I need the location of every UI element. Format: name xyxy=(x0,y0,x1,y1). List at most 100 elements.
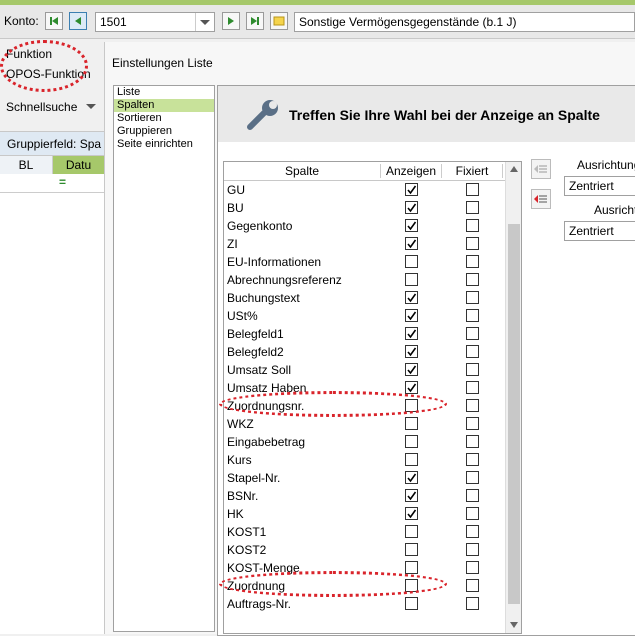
table-row[interactable]: KOST2 xyxy=(224,541,519,559)
fixiert-checkbox[interactable] xyxy=(466,453,479,466)
table-row[interactable]: Stapel-Nr. xyxy=(224,469,519,487)
table-row[interactable]: ZI xyxy=(224,235,519,253)
fixiert-checkbox[interactable] xyxy=(466,471,479,484)
table-row[interactable]: Auftrags-Nr. xyxy=(224,595,519,613)
table-row[interactable]: Belegfeld2 xyxy=(224,343,519,361)
fixiert-checkbox[interactable] xyxy=(466,543,479,556)
ausrichtung-select-1[interactable]: Zentriert xyxy=(564,176,635,196)
fixiert-checkbox[interactable] xyxy=(466,273,479,286)
anzeigen-checkbox[interactable] xyxy=(405,417,418,430)
table-row[interactable]: Abrechnungsreferenz xyxy=(224,271,519,289)
anzeigen-checkbox[interactable] xyxy=(405,219,418,232)
anzeigen-checkbox[interactable] xyxy=(405,525,418,538)
table-row[interactable]: GU xyxy=(224,181,519,199)
checkmark-icon xyxy=(407,221,417,231)
journal-list[interactable] xyxy=(0,193,104,634)
row-label: KOST2 xyxy=(227,543,267,557)
fixiert-checkbox[interactable] xyxy=(466,489,479,502)
settings-nav-item[interactable]: Liste xyxy=(114,86,214,99)
fixiert-checkbox[interactable] xyxy=(466,219,479,232)
konto-dropdown-button[interactable] xyxy=(195,13,214,31)
filter-row[interactable]: = xyxy=(0,174,104,193)
ausrichtung-select-2[interactable]: Zentriert xyxy=(564,221,635,241)
table-scrollbar[interactable] xyxy=(505,162,521,633)
scrollbar-thumb[interactable] xyxy=(508,224,520,604)
scroll-down-icon[interactable] xyxy=(510,622,518,628)
table-row[interactable]: WKZ xyxy=(224,415,519,433)
anzeigen-checkbox[interactable] xyxy=(405,345,418,358)
anzeigen-checkbox[interactable] xyxy=(405,327,418,340)
table-row[interactable]: Umsatz Soll xyxy=(224,361,519,379)
settings-nav-item[interactable]: Gruppieren xyxy=(114,125,214,138)
anzeigen-checkbox[interactable] xyxy=(405,453,418,466)
fixiert-checkbox[interactable] xyxy=(466,309,479,322)
checkmark-icon xyxy=(407,239,417,249)
settings-nav-item[interactable]: Seite einrichten xyxy=(114,138,214,151)
fixiert-checkbox[interactable] xyxy=(466,561,479,574)
fixiert-checkbox[interactable] xyxy=(466,399,479,412)
last-record-button[interactable] xyxy=(246,12,264,30)
table-row[interactable]: Kurs xyxy=(224,451,519,469)
table-row[interactable]: Buchungstext xyxy=(224,289,519,307)
anzeigen-checkbox[interactable] xyxy=(405,201,418,214)
scroll-up-icon[interactable] xyxy=(510,166,518,172)
anzeigen-checkbox[interactable] xyxy=(405,471,418,484)
move-down-button[interactable] xyxy=(531,189,551,209)
anzeigen-checkbox[interactable] xyxy=(405,561,418,574)
anzeigen-checkbox[interactable] xyxy=(405,309,418,322)
settings-nav-item[interactable]: Sortieren xyxy=(114,112,214,125)
column-header-datum[interactable]: Datu xyxy=(53,156,104,174)
fixiert-checkbox[interactable] xyxy=(466,237,479,250)
previous-record-button[interactable] xyxy=(69,12,87,30)
fixiert-checkbox[interactable] xyxy=(466,327,479,340)
notes-button[interactable] xyxy=(270,12,288,30)
ausrichtung-value-1: Zentriert xyxy=(569,179,614,193)
settings-nav-item[interactable]: Spalten xyxy=(114,99,214,112)
anzeigen-checkbox[interactable] xyxy=(405,183,418,196)
fixiert-checkbox[interactable] xyxy=(466,363,479,376)
fixiert-checkbox[interactable] xyxy=(466,525,479,538)
table-row[interactable]: EU-Informationen xyxy=(224,253,519,271)
schnellsuche-chevron-icon[interactable] xyxy=(86,104,96,109)
anzeigen-checkbox[interactable] xyxy=(405,291,418,304)
anzeigen-checkbox[interactable] xyxy=(405,489,418,502)
fixiert-checkbox[interactable] xyxy=(466,507,479,520)
anzeigen-checkbox[interactable] xyxy=(405,363,418,376)
fixiert-checkbox[interactable] xyxy=(466,255,479,268)
dialog-title: Einstellungen Liste xyxy=(112,56,213,70)
column-header-bl[interactable]: BL xyxy=(0,156,53,174)
table-row[interactable]: Belegfeld1 xyxy=(224,325,519,343)
table-row[interactable]: USt% xyxy=(224,307,519,325)
fixiert-checkbox[interactable] xyxy=(466,435,479,448)
anzeigen-checkbox[interactable] xyxy=(405,543,418,556)
first-record-button[interactable] xyxy=(45,12,63,30)
column-header-bl-label: BL xyxy=(18,158,34,172)
fixiert-checkbox[interactable] xyxy=(466,183,479,196)
fixiert-checkbox[interactable] xyxy=(466,579,479,592)
table-row[interactable]: HK xyxy=(224,505,519,523)
fixiert-checkbox[interactable] xyxy=(466,417,479,430)
table-row[interactable]: Eingabebetrag xyxy=(224,433,519,451)
move-up-button[interactable] xyxy=(531,159,551,179)
fixiert-checkbox[interactable] xyxy=(466,597,479,610)
fixiert-checkbox[interactable] xyxy=(466,345,479,358)
fixiert-checkbox[interactable] xyxy=(466,291,479,304)
anzeigen-checkbox[interactable] xyxy=(405,597,418,610)
schnellsuche-label[interactable]: Schnellsuche xyxy=(6,100,77,114)
anzeigen-checkbox[interactable] xyxy=(405,435,418,448)
table-row[interactable]: KOST1 xyxy=(224,523,519,541)
table-header-row: Spalte Anzeigen Fixiert xyxy=(224,162,521,181)
anzeigen-checkbox[interactable] xyxy=(405,273,418,286)
fixiert-checkbox[interactable] xyxy=(466,381,479,394)
table-row[interactable]: BSNr. xyxy=(224,487,519,505)
wrench-icon xyxy=(247,100,278,130)
table-row[interactable]: BU xyxy=(224,199,519,217)
anzeigen-checkbox[interactable] xyxy=(405,381,418,394)
row-label: USt% xyxy=(227,309,258,323)
anzeigen-checkbox[interactable] xyxy=(405,237,418,250)
fixiert-checkbox[interactable] xyxy=(466,201,479,214)
next-record-button[interactable] xyxy=(222,12,240,30)
anzeigen-checkbox[interactable] xyxy=(405,507,418,520)
anzeigen-checkbox[interactable] xyxy=(405,255,418,268)
table-row[interactable]: Gegenkonto xyxy=(224,217,519,235)
